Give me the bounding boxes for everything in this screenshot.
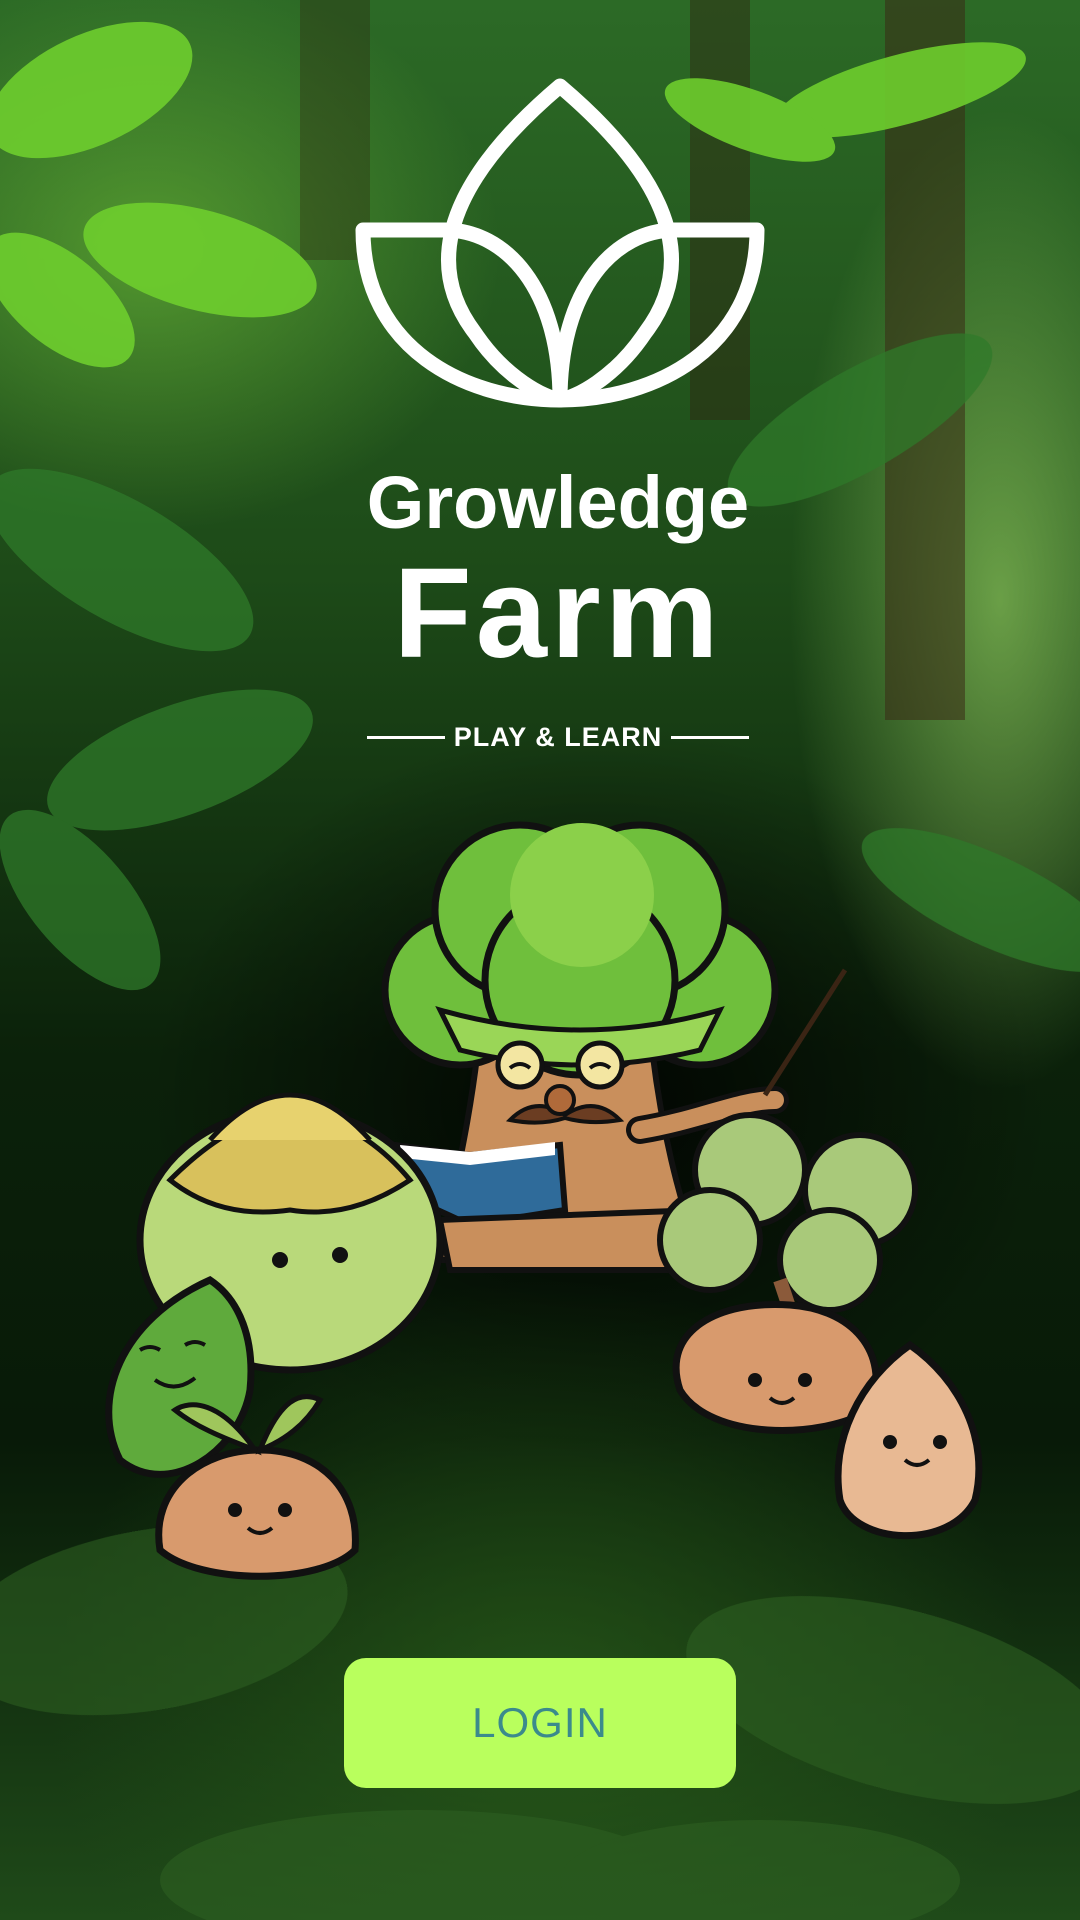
tagline-left-divider bbox=[367, 735, 445, 739]
leaf-character bbox=[105, 1276, 255, 1478]
mascot-characters-illustration bbox=[105, 821, 983, 1580]
tagline-right-divider bbox=[670, 735, 749, 739]
lotus-leaf-logo-icon bbox=[355, 78, 765, 408]
login-button[interactable]: LOGIN bbox=[344, 1658, 736, 1788]
tagline-row: PLAY & LEARN bbox=[367, 720, 749, 754]
app-title-line2: Farm bbox=[393, 542, 723, 685]
tagline: PLAY & LEARN bbox=[453, 721, 663, 752]
login-screen: Growledge Farm PLAY & LEARN LOGIN bbox=[0, 0, 1080, 1920]
app-title-line1: Growledge bbox=[366, 461, 750, 544]
